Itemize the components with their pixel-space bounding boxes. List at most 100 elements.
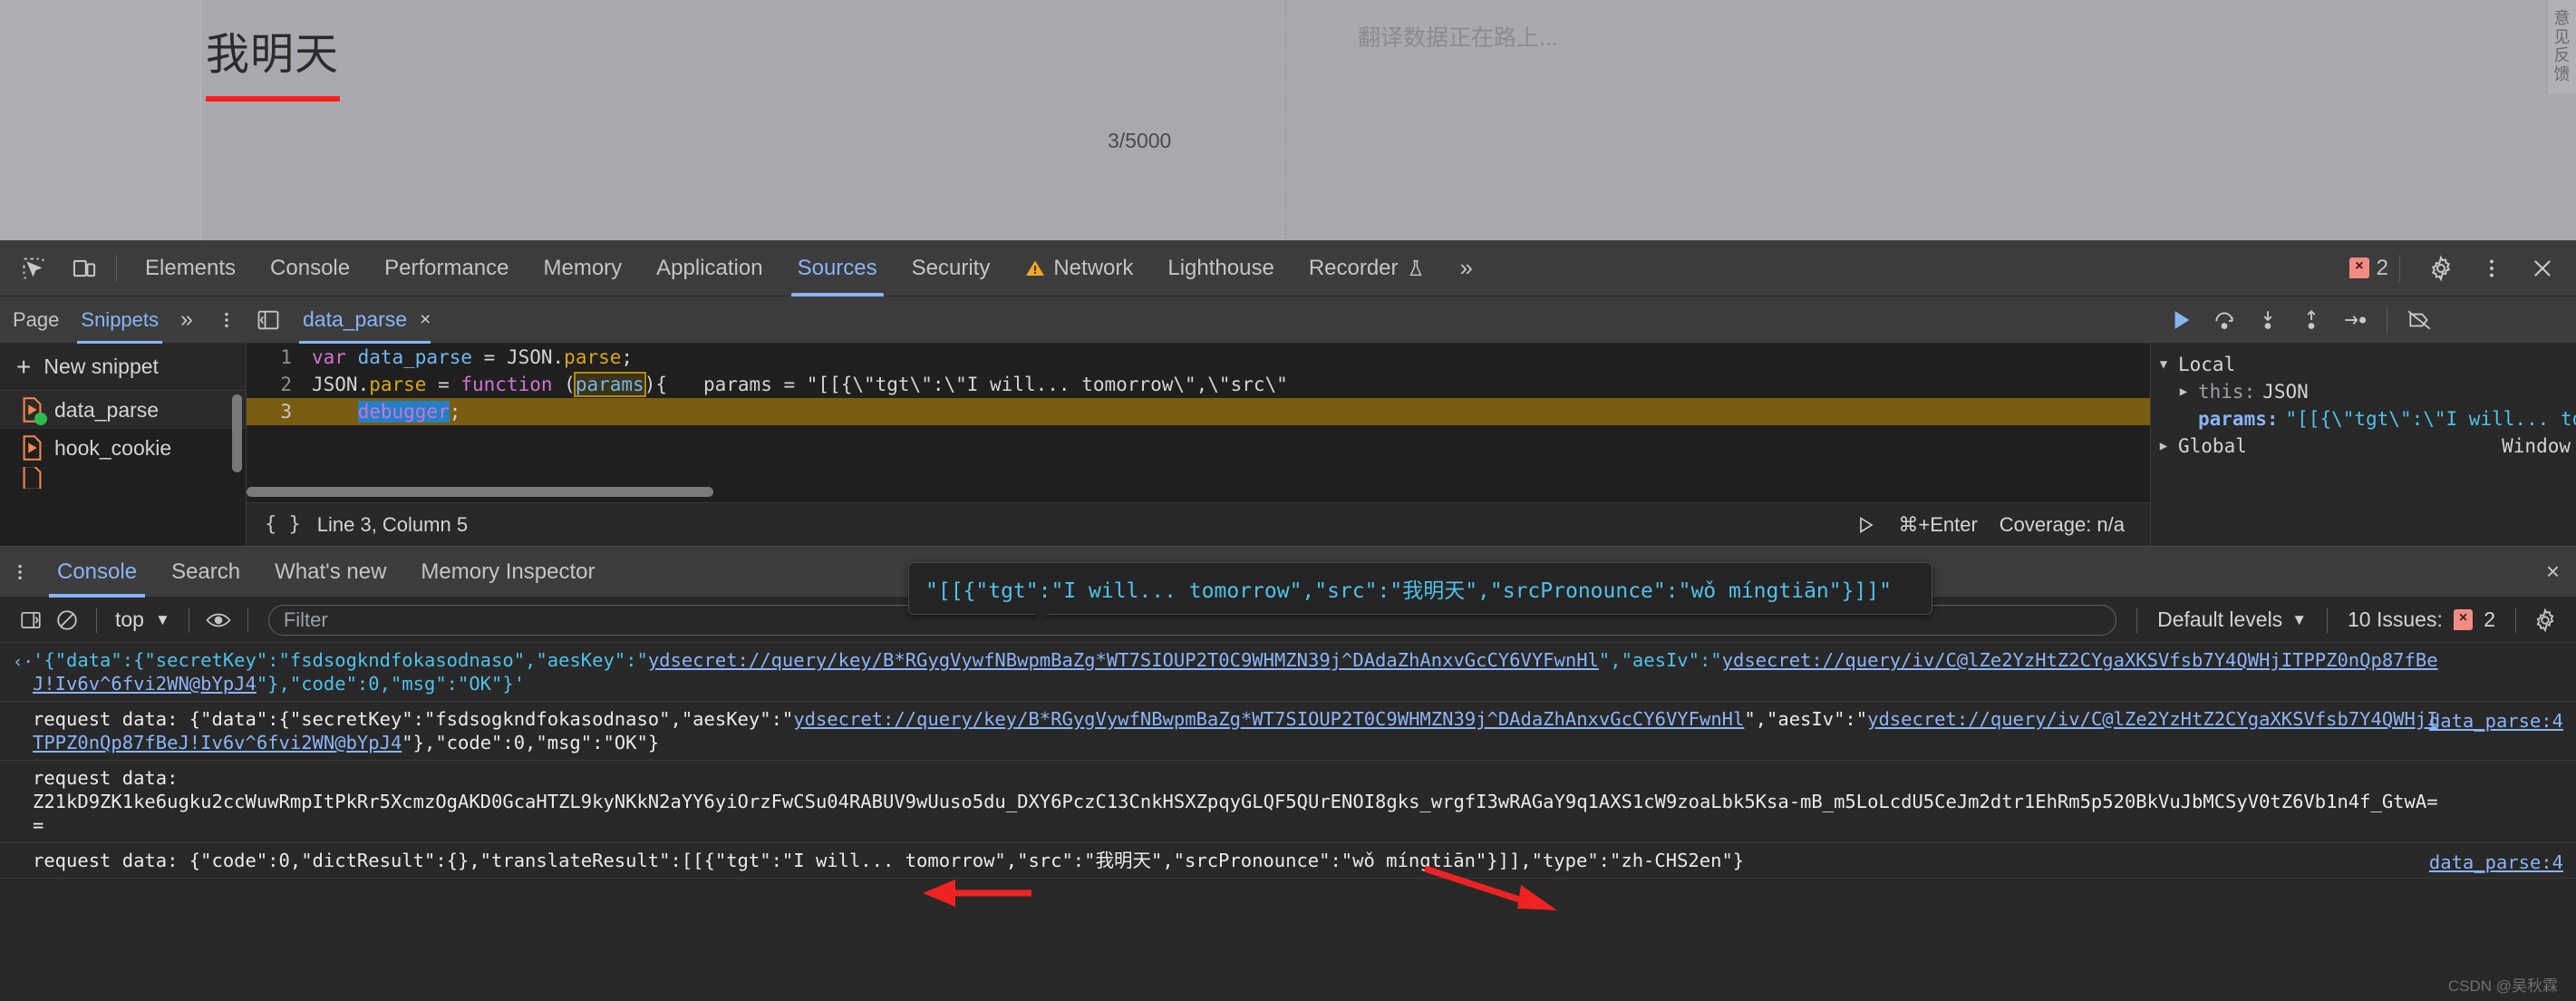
scope-name: Local bbox=[2178, 354, 2236, 375]
console-text-segment: ","aesIv":" bbox=[1598, 649, 1722, 671]
tab-elements[interactable]: Elements bbox=[128, 240, 253, 296]
close-icon[interactable]: × bbox=[2546, 558, 2576, 586]
console-entry-text: request data: {"data":{"secretKey":"fsds… bbox=[0, 707, 2576, 754]
code-editor[interactable]: 1 var data_parse = JSON.parse; 2 JSON.pa… bbox=[247, 344, 2150, 502]
editor-horizontal-scrollbar[interactable] bbox=[247, 487, 713, 497]
drawer-tab-search[interactable]: Search bbox=[154, 547, 257, 598]
resume-icon[interactable] bbox=[2162, 301, 2200, 339]
live-expression-icon[interactable] bbox=[200, 602, 237, 638]
kebab-menu-icon[interactable] bbox=[0, 562, 40, 582]
tab-lighthouse[interactable]: Lighthouse bbox=[1150, 240, 1291, 296]
scope-params[interactable]: params: "[[{\"tgt\":\"I will... tomorrow… bbox=[2151, 405, 2576, 432]
new-snippet-button[interactable]: + New snippet bbox=[0, 344, 246, 391]
clear-console-icon[interactable] bbox=[49, 602, 85, 638]
sidebar-tab-overflow[interactable]: » bbox=[169, 296, 204, 344]
tab-sources[interactable]: Sources bbox=[780, 240, 895, 296]
line-number: 3 bbox=[280, 401, 292, 423]
tab-security[interactable]: Security bbox=[895, 240, 1008, 296]
source-text[interactable]: 我明天 bbox=[206, 18, 339, 82]
kebab-menu-icon[interactable] bbox=[204, 310, 249, 330]
close-icon[interactable]: × bbox=[420, 309, 431, 331]
scope-local[interactable]: ▼ Local bbox=[2151, 351, 2576, 378]
console-text-segment: '{"data":{"secretKey":"fsdsogkndfokasodn… bbox=[33, 649, 648, 671]
gear-icon[interactable] bbox=[2420, 248, 2462, 289]
editor-tab-data-parse[interactable]: data_parse × bbox=[290, 296, 440, 344]
kebab-menu-icon[interactable] bbox=[2471, 248, 2513, 289]
console-entry-encrypted-payload[interactable]: request data: Z21kD9ZK1ke6ugku2ccWuwRmpI… bbox=[0, 761, 2576, 843]
console-entry-translate-result[interactable]: request data: {"code":0,"dictResult":{},… bbox=[0, 843, 2576, 879]
scope-this[interactable]: ▶ this: JSON bbox=[2151, 378, 2576, 405]
warning-triangle-icon bbox=[1024, 258, 1046, 279]
console-link-segment[interactable]: ydsecret://query/key/B*RGygVywfNBwpmBaZg… bbox=[648, 649, 1599, 671]
snippet-item-hook-cookie[interactable]: hook_cookie bbox=[0, 429, 246, 467]
tab-performance[interactable]: Performance bbox=[367, 240, 526, 296]
gear-icon[interactable] bbox=[2527, 602, 2563, 638]
drawer-tab-memory-inspector[interactable]: Memory Inspector bbox=[403, 547, 612, 598]
sidebar-tab-label: Page bbox=[13, 307, 60, 331]
console-sidebar-icon[interactable] bbox=[13, 602, 49, 638]
editor-status-bar: { } Line 3, Column 5 ⌘+Enter Coverage: n… bbox=[247, 502, 2150, 546]
close-icon[interactable] bbox=[2522, 248, 2563, 289]
debugger-controls bbox=[2151, 296, 2576, 344]
tab-application[interactable]: Application bbox=[639, 240, 780, 296]
step-over-icon[interactable] bbox=[2205, 301, 2243, 339]
inspect-element-icon[interactable] bbox=[13, 248, 54, 289]
chevron-double-right-icon: » bbox=[180, 306, 193, 332]
execution-context-selector[interactable]: top ▼ bbox=[108, 607, 178, 632]
tab-recorder[interactable]: Recorder bbox=[1292, 240, 1443, 296]
snippets-tabbar: Page Snippets » bbox=[0, 296, 246, 344]
sidebar-tab-page[interactable]: Page bbox=[0, 296, 70, 344]
drawer-tab-whats-new[interactable]: What's new bbox=[257, 547, 403, 598]
console-entry-request-json[interactable]: request data: {"data":{"secretKey":"fsds… bbox=[0, 702, 2576, 761]
run-snippet-icon[interactable] bbox=[1855, 514, 1876, 536]
device-toolbar-icon[interactable] bbox=[63, 248, 105, 289]
devtools-window: Elements Console Performance Memory Appl… bbox=[0, 240, 2576, 1001]
toolbar-divider bbox=[116, 254, 117, 282]
issues-count: 2 bbox=[2484, 607, 2495, 631]
log-level-selector[interactable]: Default levels ▼ bbox=[2148, 607, 2316, 632]
code-line-content: JSON.parse = function (params){ bbox=[312, 372, 667, 397]
code-line-3: 3 debugger; bbox=[247, 398, 2150, 425]
tab-label: Network bbox=[1053, 255, 1134, 280]
tab-label: Security bbox=[911, 255, 991, 280]
snippet-item-partial[interactable] bbox=[0, 467, 246, 489]
editor-column: data_parse × 1 var data_parse = JSON.par… bbox=[247, 296, 2150, 546]
pretty-print-icon[interactable]: { } bbox=[265, 513, 301, 536]
tab-network[interactable]: Network bbox=[1007, 240, 1150, 296]
scope-global[interactable]: ▶ Global Window bbox=[2151, 432, 2576, 460]
debugger-sidebar: ▼ Local ▶ this: JSON params: "[[{\"tgt\"… bbox=[2150, 296, 2576, 546]
toolbar-overflow-button[interactable]: » bbox=[1443, 240, 1490, 296]
drawer-tab-label: Memory Inspector bbox=[421, 559, 596, 584]
code-line-content: debugger; bbox=[357, 401, 461, 423]
chevron-right-icon: ▶ bbox=[2159, 439, 2168, 453]
console-toolbar-divider-5 bbox=[2327, 607, 2329, 633]
tab-label: Recorder bbox=[1308, 255, 1399, 280]
snippet-item-data-parse[interactable]: data_parse bbox=[0, 391, 246, 429]
deactivate-breakpoints-icon[interactable] bbox=[2400, 301, 2438, 339]
code-line-1: 1 var data_parse = JSON.parse; bbox=[247, 344, 2150, 371]
step-out-icon[interactable] bbox=[2292, 301, 2330, 339]
log-level-label: Default levels bbox=[2157, 607, 2283, 631]
tab-memory[interactable]: Memory bbox=[527, 240, 640, 296]
console-source-link[interactable]: data_parse:4 bbox=[2429, 709, 2563, 733]
drawer-tab-label: Console bbox=[57, 559, 138, 584]
sources-panel: Page Snippets » + New snippet data_parse… bbox=[0, 296, 2576, 546]
evaluation-arrow-icon: ‹· bbox=[13, 652, 34, 672]
snippet-name: data_parse bbox=[54, 397, 160, 422]
console-entry-evaluated[interactable]: ‹· '{"data":{"secretKey":"fsdsogkndfokas… bbox=[0, 643, 2576, 702]
console-link-segment[interactable]: ydsecret://query/key/B*RGygVywfNBwpmBaZg… bbox=[793, 708, 1744, 730]
console-source-link[interactable]: data_parse:4 bbox=[2429, 850, 2563, 874]
sidebar-tab-snippets[interactable]: Snippets bbox=[70, 296, 169, 344]
chevron-down-icon: ▼ bbox=[2159, 357, 2168, 372]
scope-global-value: Window bbox=[2502, 435, 2571, 457]
drawer-tab-console[interactable]: Console bbox=[40, 547, 154, 598]
tab-console[interactable]: Console bbox=[253, 240, 367, 296]
error-count-badge[interactable]: × 2 bbox=[2349, 256, 2388, 281]
issues-indicator[interactable]: 10 Issues: × 2 bbox=[2339, 607, 2504, 632]
scope-property-name: params: bbox=[2198, 408, 2279, 430]
step-into-icon[interactable] bbox=[2249, 301, 2287, 339]
show-navigator-icon[interactable] bbox=[247, 307, 290, 333]
feedback-tab[interactable]: 意见反馈 bbox=[2547, 0, 2576, 93]
step-icon[interactable] bbox=[2336, 301, 2374, 339]
snippets-scrollbar[interactable] bbox=[232, 394, 242, 472]
